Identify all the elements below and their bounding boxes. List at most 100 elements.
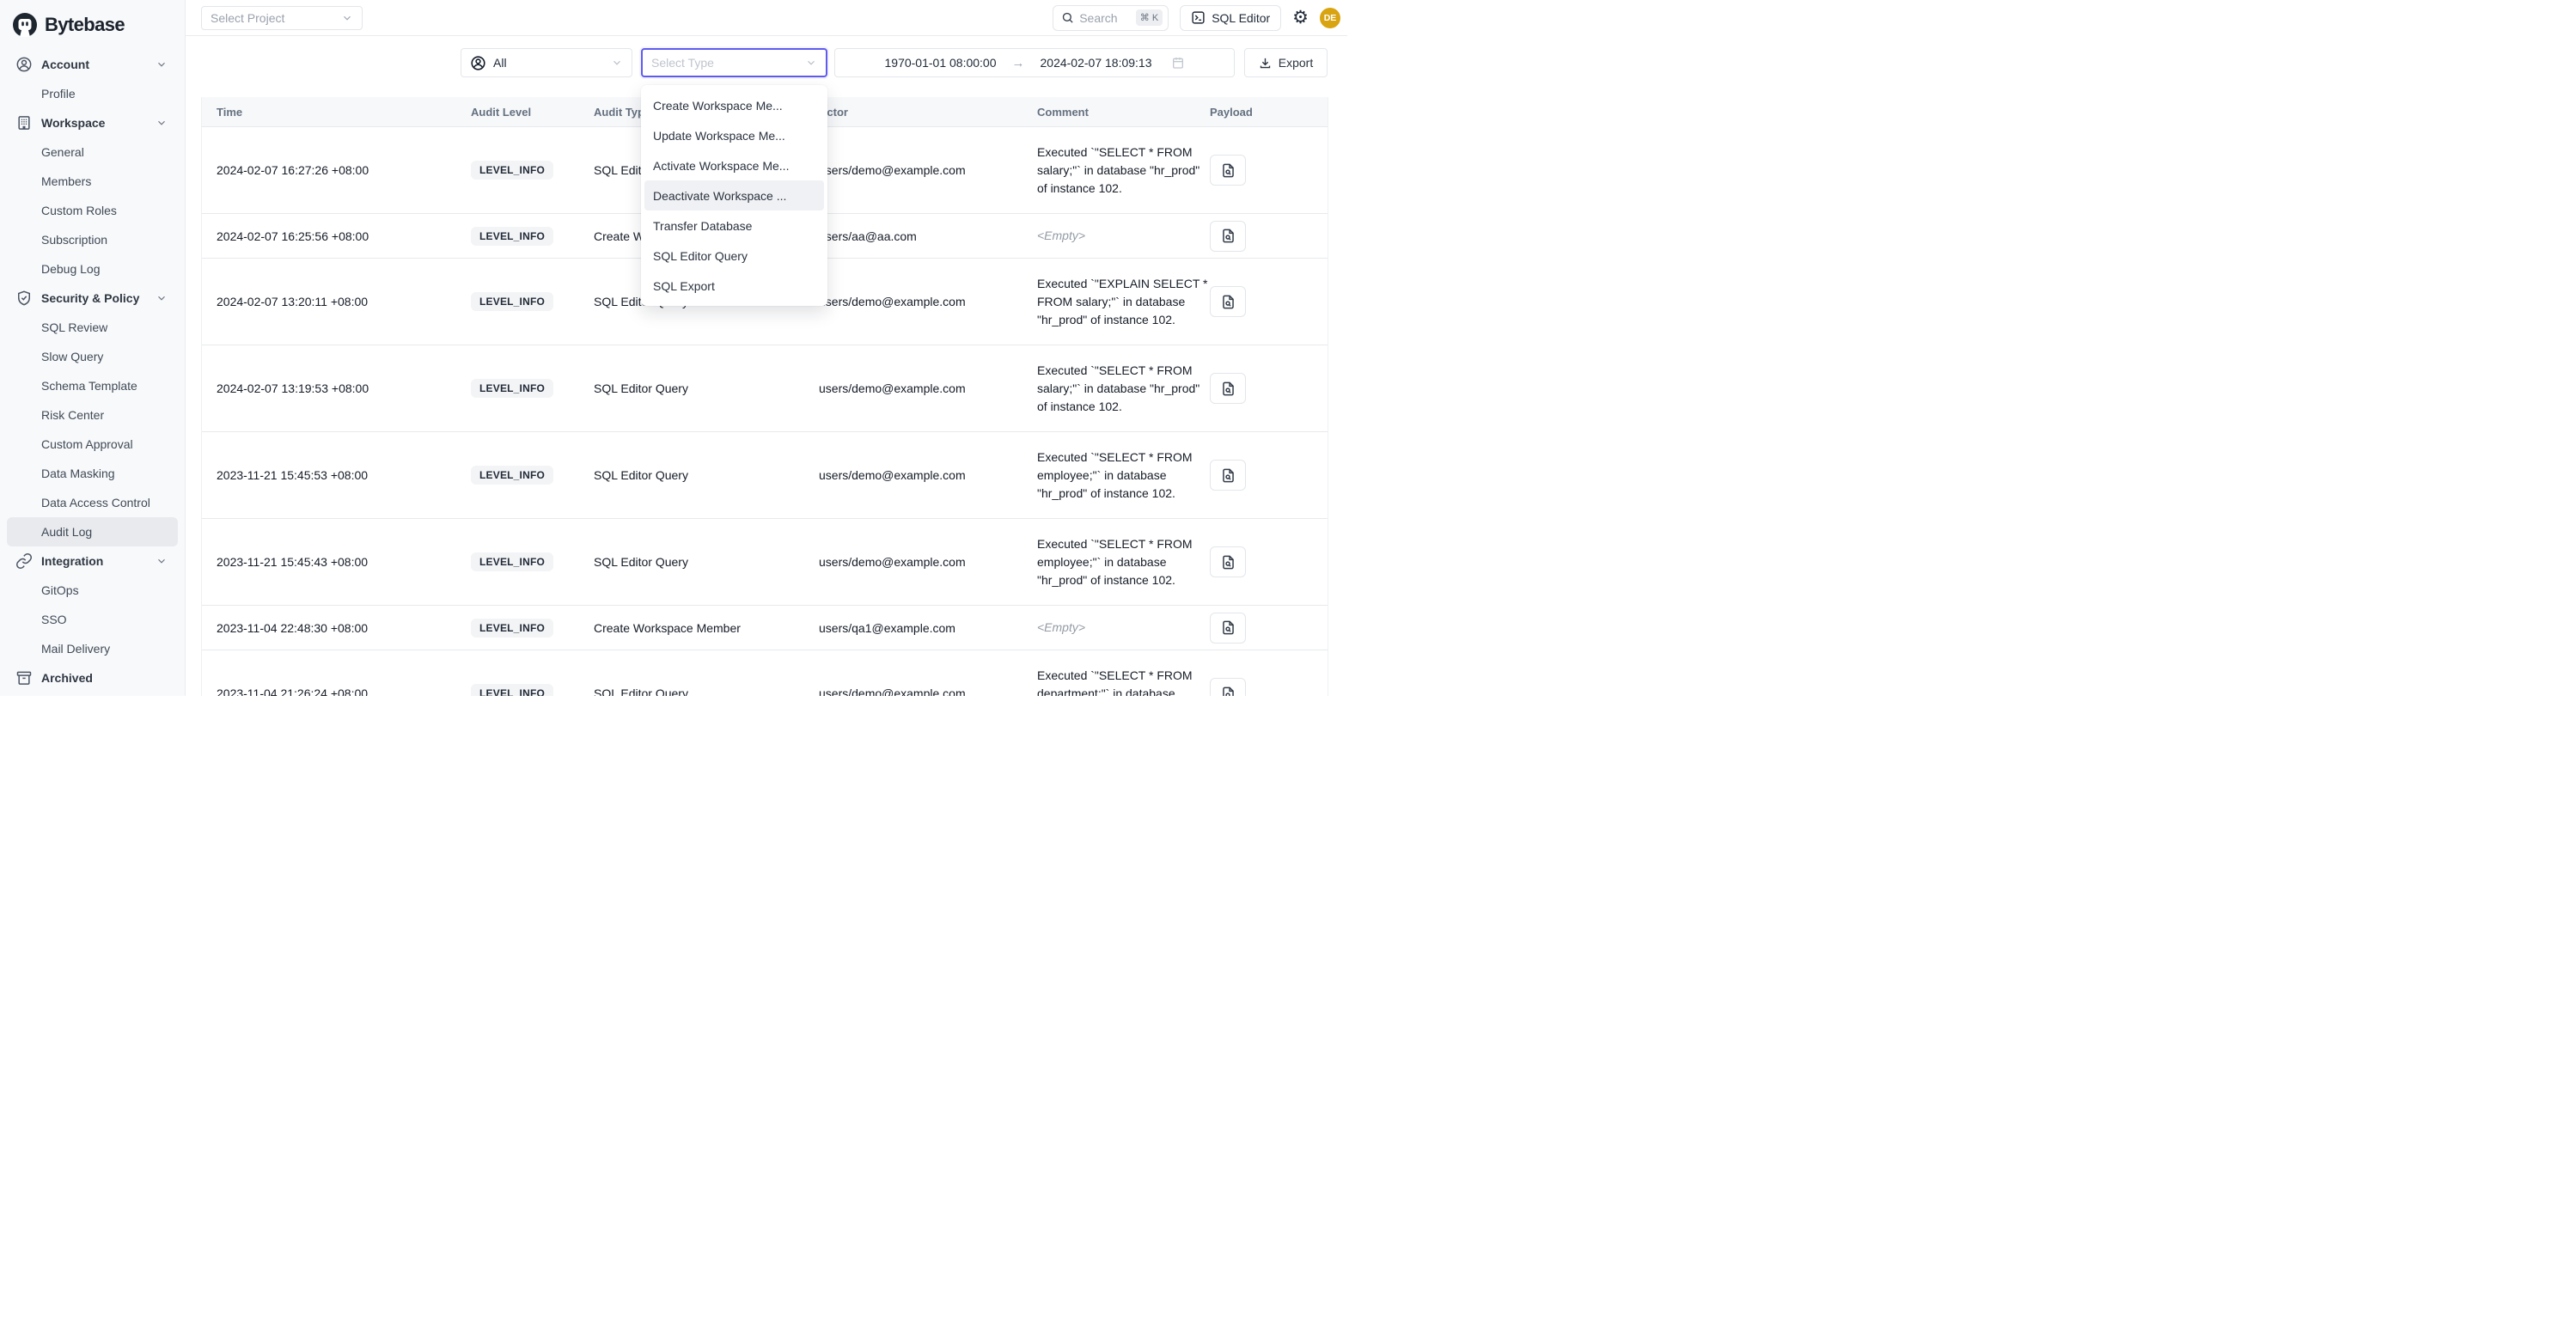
sidebar-item-custom-roles[interactable]: Custom Roles: [7, 196, 178, 225]
cell-audit-level: LEVEL_INFO: [471, 379, 594, 398]
level-badge: LEVEL_INFO: [471, 619, 553, 638]
payload-view-button[interactable]: [1210, 546, 1246, 577]
actor-filter-value: All: [493, 56, 507, 70]
project-select[interactable]: Select Project: [201, 6, 363, 30]
cell-comment: <Empty>: [1037, 227, 1210, 245]
sidebar-item-label: Subscription: [7, 233, 107, 247]
cell-time: 2023-11-04 22:48:30 +08:00: [217, 621, 471, 635]
sidebar-item-risk-center[interactable]: Risk Center: [7, 400, 178, 430]
sidebar-section-security-policy[interactable]: Security & Policy: [7, 284, 178, 313]
sidebar-item-label: Members: [7, 174, 91, 188]
sidebar-item-label: Mail Delivery: [7, 642, 110, 656]
sidebar-item-label: Debug Log: [7, 262, 101, 276]
cell-audit-type: SQL Editor Query: [594, 381, 819, 395]
brand-logo[interactable]: Bytebase: [0, 0, 185, 41]
sidebar-item-subscription[interactable]: Subscription: [7, 225, 178, 254]
sidebar-item-profile[interactable]: Profile: [7, 79, 178, 108]
cell-audit-type: SQL Editor Query: [594, 555, 819, 569]
cell-actor: users/demo@example.com: [819, 163, 1037, 177]
sidebar-item-label: Schema Template: [7, 379, 137, 393]
avatar[interactable]: DE: [1320, 8, 1340, 28]
payload-view-button[interactable]: [1210, 221, 1246, 252]
table-row: 2023-11-21 15:45:43 +08:00 LEVEL_INFO SQ…: [202, 519, 1328, 606]
cell-actor: users/demo@example.com: [819, 555, 1037, 569]
dropdown-option-transfer-database[interactable]: Transfer Database: [644, 210, 824, 241]
arrow-right-icon: →: [1012, 56, 1025, 70]
cell-time: 2024-02-07 16:27:26 +08:00: [217, 163, 471, 177]
payload-view-button[interactable]: [1210, 613, 1246, 644]
sidebar-section-integration[interactable]: Integration: [7, 546, 178, 576]
sidebar-item-label: Profile: [7, 87, 76, 101]
payload-view-button[interactable]: [1210, 155, 1246, 186]
cell-comment: Executed `"SELECT * FROM employee;"` in …: [1037, 535, 1210, 589]
sidebar-item-members[interactable]: Members: [7, 167, 178, 196]
sidebar-item-schema-template[interactable]: Schema Template: [7, 371, 178, 400]
archive-icon: [15, 669, 33, 686]
sidebar-item-mail-delivery[interactable]: Mail Delivery: [7, 634, 178, 663]
sidebar-section-archived[interactable]: Archived: [7, 663, 178, 692]
sidebar-item-label: Data Access Control: [7, 496, 150, 509]
comment-text: <Empty>: [1037, 229, 1085, 242]
sidebar-item-data-access-control[interactable]: Data Access Control: [7, 488, 178, 517]
date-to-value: 2024-02-07 18:09:13: [1041, 56, 1152, 70]
sidebar-item-sso[interactable]: SSO: [7, 605, 178, 634]
sidebar-item-sql-review[interactable]: SQL Review: [7, 313, 178, 342]
payload-view-button[interactable]: [1210, 460, 1246, 491]
payload-view-button[interactable]: [1210, 373, 1246, 404]
sidebar-item-debug-log[interactable]: Debug Log: [7, 254, 178, 284]
dropdown-option-create-workspace-me[interactable]: Create Workspace Me...: [644, 90, 824, 120]
building-icon: [15, 114, 33, 131]
cell-audit-level: LEVEL_INFO: [471, 684, 594, 696]
cell-time: 2024-02-07 13:20:11 +08:00: [217, 295, 471, 308]
sidebar-item-label: Audit Log: [7, 525, 92, 539]
sidebar-item-label: Custom Roles: [7, 204, 117, 217]
comment-text: <Empty>: [1037, 620, 1085, 634]
comment-text: Executed `"EXPLAIN SELECT * FROM salary;…: [1037, 277, 1207, 326]
column-header-time: Time: [217, 106, 471, 119]
level-badge: LEVEL_INFO: [471, 292, 553, 311]
cell-time: 2024-02-07 13:19:53 +08:00: [217, 381, 471, 395]
table-row: 2023-11-21 15:45:53 +08:00 LEVEL_INFO SQ…: [202, 432, 1328, 519]
level-badge: LEVEL_INFO: [471, 466, 553, 485]
sql-editor-button[interactable]: SQL Editor: [1180, 5, 1281, 31]
export-label: Export: [1279, 56, 1313, 70]
cell-actor: users/demo@example.com: [819, 468, 1037, 482]
dropdown-option-update-workspace-me[interactable]: Update Workspace Me...: [644, 120, 824, 150]
dropdown-option-sql-export[interactable]: SQL Export: [644, 271, 824, 301]
sidebar-section-workspace[interactable]: Workspace: [7, 108, 178, 137]
sidebar-item-label: Risk Center: [7, 408, 104, 422]
sidebar-item-gitops[interactable]: GitOps: [7, 576, 178, 605]
dropdown-option-sql-editor-query[interactable]: SQL Editor Query: [644, 241, 824, 271]
sidebar-item-label: SSO: [7, 613, 67, 626]
sidebar-item-slow-query[interactable]: Slow Query: [7, 342, 178, 371]
cell-payload: [1210, 546, 1328, 577]
search-input[interactable]: Search ⌘ K: [1053, 5, 1169, 31]
topbar: Select Project Search ⌘ K SQL Editor ⚙ D…: [186, 0, 1347, 36]
sidebar-section-account[interactable]: Account: [7, 50, 178, 79]
dropdown-option-deactivate-workspace[interactable]: Deactivate Workspace ...: [644, 180, 824, 210]
payload-view-button[interactable]: [1210, 286, 1246, 317]
actor-filter-select[interactable]: All: [461, 48, 632, 77]
export-button[interactable]: Export: [1244, 48, 1328, 77]
audit-type-placeholder: Select Type: [651, 56, 714, 70]
sidebar-item-custom-approval[interactable]: Custom Approval: [7, 430, 178, 459]
cell-audit-level: LEVEL_INFO: [471, 292, 594, 311]
sidebar-item-data-masking[interactable]: Data Masking: [7, 459, 178, 488]
column-header-payload: Payload: [1210, 106, 1328, 119]
sidebar-item-label: SQL Review: [7, 320, 107, 334]
date-range-picker[interactable]: 1970-01-01 08:00:00 → 2024-02-07 18:09:1…: [834, 48, 1235, 77]
cell-payload: [1210, 286, 1328, 317]
audit-type-select[interactable]: Select Type: [641, 48, 827, 77]
cell-payload: [1210, 678, 1328, 696]
chevron-down-icon: [156, 58, 168, 70]
gear-icon[interactable]: ⚙: [1292, 9, 1309, 27]
payload-view-button[interactable]: [1210, 678, 1246, 696]
dropdown-option-activate-workspace-me[interactable]: Activate Workspace Me...: [644, 150, 824, 180]
topbar-right: Search ⌘ K SQL Editor ⚙ DE: [1053, 5, 1347, 31]
sidebar-item-audit-log[interactable]: Audit Log: [7, 517, 178, 546]
sidebar-item-general[interactable]: General: [7, 137, 178, 167]
file-search-icon: [1220, 554, 1236, 570]
chevron-down-icon: [156, 555, 168, 567]
cell-comment: Executed `"EXPLAIN SELECT * FROM salary;…: [1037, 275, 1210, 329]
level-badge: LEVEL_INFO: [471, 227, 553, 246]
